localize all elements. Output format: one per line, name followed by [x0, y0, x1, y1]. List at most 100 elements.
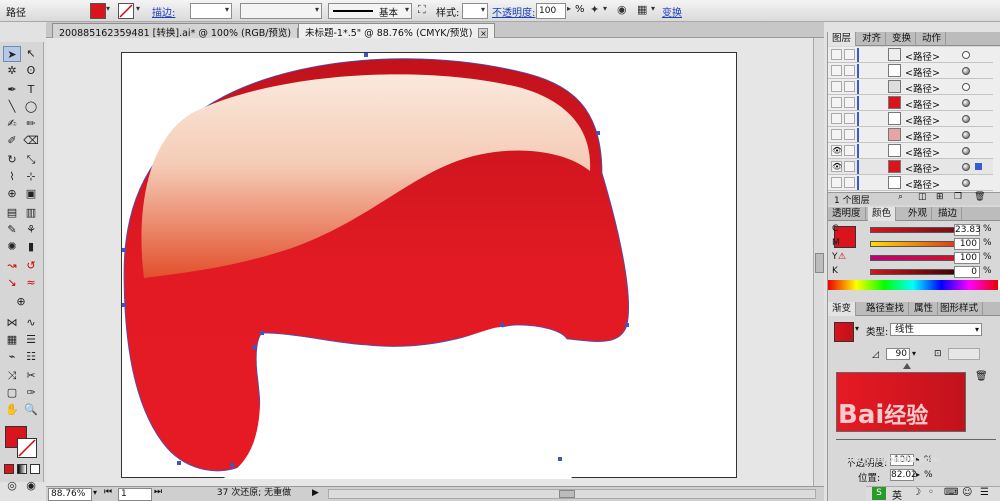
chevron-down-icon[interactable]: ▾	[136, 4, 140, 13]
mesh-tool-icon[interactable]: ▦	[3, 332, 21, 348]
line-tool-icon[interactable]: ╲	[3, 99, 21, 115]
clipping-mask-icon[interactable]: ◫	[918, 192, 927, 202]
close-icon[interactable]: ×	[478, 28, 489, 38]
moon-icon[interactable]: ☽	[912, 487, 921, 498]
shape-builder-tool-icon[interactable]: ⊕	[3, 186, 21, 202]
chevron-down-icon[interactable]: ▾	[912, 349, 916, 358]
tab-attributes[interactable]: 属性	[910, 302, 939, 316]
opacity-link[interactable]: 不透明度:	[492, 4, 535, 19]
selection-tool-icon[interactable]: ➤	[3, 46, 21, 62]
keyboard-icon[interactable]: ⌨	[944, 487, 958, 498]
chevron-down-icon[interactable]: ▾	[106, 4, 110, 13]
blend-tool-icon[interactable]: ⚘	[22, 222, 40, 238]
layer-row-selected[interactable]: 👁 <路径>	[828, 159, 993, 175]
graphic-style-select[interactable]: ▾	[462, 3, 488, 19]
menu-icon[interactable]: ☰	[980, 487, 989, 498]
slice-select-tool-icon[interactable]: ↘	[3, 275, 21, 291]
tab-transform[interactable]: 变换	[888, 32, 917, 46]
magenta-slider-row[interactable]: M 100 %	[830, 238, 998, 251]
user-icon[interactable]: ☺	[962, 487, 972, 498]
horizontal-scrollbar[interactable]	[328, 489, 816, 499]
gradient-type-select[interactable]: 线性 ▾	[890, 323, 982, 336]
zigzag-tool-icon[interactable]: ⌁	[3, 349, 21, 365]
pencil-tool-icon[interactable]: ✏	[22, 116, 40, 132]
eyedropper-tool-icon[interactable]: ✎	[3, 222, 21, 238]
scrollbar-thumb[interactable]	[815, 253, 824, 273]
chevron-down-icon[interactable]: ▾	[93, 488, 97, 497]
direct-selection-tool-icon[interactable]: ↖	[22, 46, 40, 62]
trash-icon[interactable]: 🗑	[975, 371, 988, 382]
gradient-tool-icon[interactable]: ▥	[22, 205, 40, 221]
perspective-grid-tool-icon[interactable]: ▤	[3, 205, 21, 221]
tab-document-1[interactable]: 200885162359481 [转换].ai* @ 100% (RGB/预览)…	[52, 23, 315, 39]
symbol-sprayer-tool-icon[interactable]: ✺	[3, 239, 21, 255]
opacity-input[interactable]: 100	[536, 3, 566, 19]
gradient-slider-track[interactable]	[836, 439, 996, 440]
envelope-tool-icon[interactable]: ⋈	[3, 315, 21, 331]
artboard-tool-icon[interactable]: ↺	[22, 258, 40, 274]
rectangle-tool-icon[interactable]: ▢	[3, 385, 21, 401]
none-mode-icon[interactable]	[30, 464, 40, 474]
chevron-down-icon[interactable]: ▾	[651, 4, 655, 13]
stroke-swatch[interactable]	[118, 3, 134, 19]
knife-tool-icon[interactable]: ✂	[22, 368, 40, 384]
sogou-ime-icon[interactable]: S	[872, 487, 886, 500]
punctuation-icon[interactable]: ◦	[928, 487, 934, 498]
gradient-mode-icon[interactable]	[17, 464, 27, 474]
tab-transparency[interactable]: 透明度	[828, 207, 866, 221]
color-spectrum[interactable]	[828, 280, 998, 290]
black-slider-row[interactable]: K 0 %	[830, 266, 998, 279]
yellow-input[interactable]: 100	[954, 252, 980, 264]
wave-tool-icon[interactable]: ∿	[22, 315, 40, 331]
vertical-scrollbar[interactable]	[813, 38, 824, 486]
ellipse-tool-icon[interactable]: ◯	[22, 99, 40, 115]
align-icon[interactable]: ▦	[637, 3, 647, 16]
measure-tool-icon[interactable]: ⤨	[3, 368, 21, 384]
tab-color[interactable]: 颜色	[868, 207, 897, 221]
live-paint-tool-icon[interactable]: ▣	[22, 186, 40, 202]
rotate-tool-icon[interactable]: ↻	[3, 152, 21, 168]
brush-select[interactable]: 基本 ▾	[328, 3, 412, 19]
twirl-tool-icon[interactable]: ≈	[22, 275, 40, 291]
stroke-link[interactable]: 描边:	[152, 4, 175, 19]
zoom-tool-icon[interactable]: 🔍	[22, 402, 40, 418]
stroke-weight-select[interactable]: ▾	[190, 3, 232, 19]
draw-normal-icon[interactable]: ◎	[3, 478, 21, 494]
tab-document-2[interactable]: 未标题-1*.5" @ 88.76% (CMYK/预览) ×	[298, 23, 496, 39]
type-tool-icon[interactable]: T	[22, 82, 40, 98]
scale-tool-icon[interactable]: ⤡	[22, 152, 40, 168]
lasso-tool-icon[interactable]: ʘ	[22, 63, 40, 79]
yellow-slider-row[interactable]: Y 100 %	[830, 252, 998, 265]
layer-row[interactable]: <路径>	[828, 79, 993, 95]
gradient-location-input[interactable]: 82.02	[890, 469, 917, 481]
warp-tool-icon[interactable]: ⌇	[3, 169, 21, 185]
ime-mode[interactable]: 英	[892, 487, 902, 501]
stroke-color-box[interactable]	[17, 438, 37, 458]
tab-layers[interactable]: 图层	[828, 32, 857, 46]
tab-stroke[interactable]: 描边	[934, 207, 963, 221]
new-sublayer-icon[interactable]: ⊞	[936, 192, 944, 202]
chevron-right-icon[interactable]: ▸	[567, 4, 571, 13]
pen-tool-icon[interactable]: ✒	[3, 82, 21, 98]
pen-add-tool-icon[interactable]: ✑	[22, 385, 40, 401]
chevron-right-icon[interactable]: ▸	[916, 470, 920, 479]
layer-row[interactable]: <路径>	[828, 47, 993, 63]
recolor-icon[interactable]: ✦	[590, 3, 599, 16]
black-input[interactable]: 0	[954, 266, 980, 278]
tab-pathfinder[interactable]: 路径查找	[862, 302, 910, 316]
gradient-swatch[interactable]	[834, 322, 854, 342]
scrollbar-thumb[interactable]	[559, 490, 575, 498]
tab-graphic-styles[interactable]: 图形样式	[936, 302, 984, 316]
tab-align[interactable]: 对齐	[858, 32, 887, 46]
aspect-ratio-input[interactable]	[948, 348, 980, 360]
list-tool-icon[interactable]: ☰	[22, 332, 40, 348]
transform-link[interactable]: 变换	[662, 4, 682, 19]
layer-row[interactable]: <路径>	[828, 63, 993, 79]
magic-wand-tool-icon[interactable]: ✲	[3, 63, 21, 79]
page-field[interactable]: 1	[118, 488, 152, 501]
color-mode-icon[interactable]	[4, 464, 14, 474]
hand-tool-icon[interactable]: ✋	[3, 402, 21, 418]
column-graph-tool-icon[interactable]: ▮	[22, 239, 40, 255]
layer-row[interactable]: <路径>	[828, 175, 993, 191]
new-layer-icon[interactable]: ❐	[954, 192, 962, 202]
